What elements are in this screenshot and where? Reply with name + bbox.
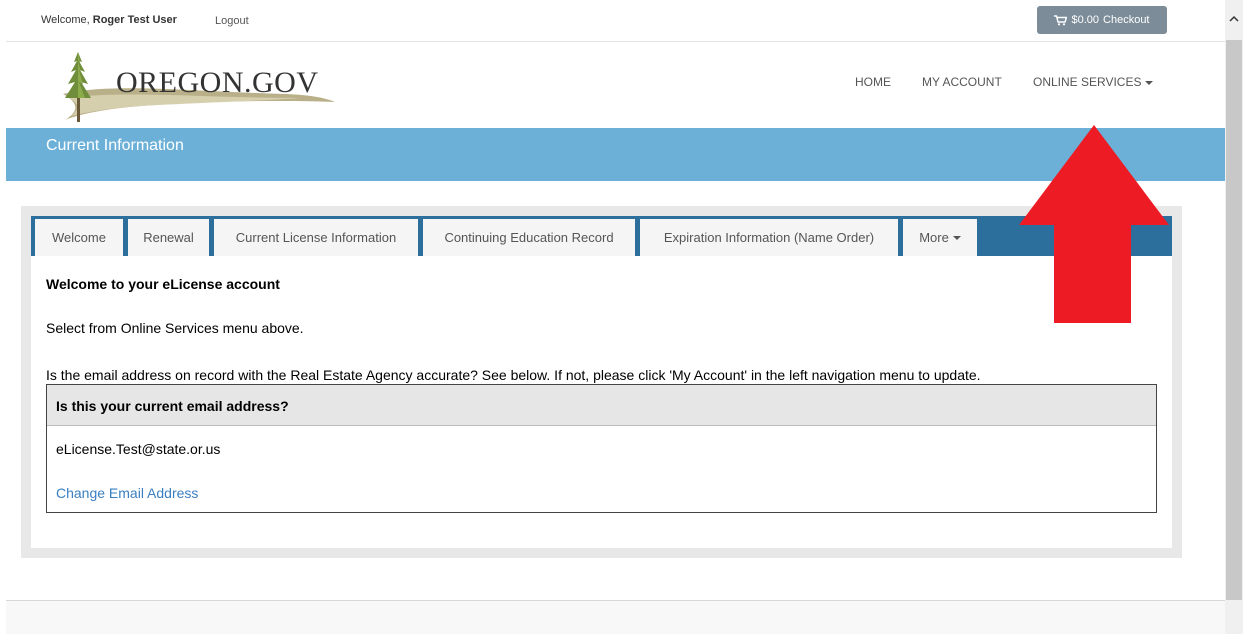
- logo-text: OREGON.GOV: [116, 66, 319, 99]
- caret-down-icon: [1145, 80, 1154, 85]
- top-utility-bar: Welcome, Roger Test User Logout $0.00 Ch…: [6, 0, 1225, 42]
- tab-welcome[interactable]: Welcome: [35, 219, 123, 256]
- tab-more-label: More: [919, 230, 949, 245]
- site-header: OREGON.GOV HOME MY ACCOUNT ONLINE SERVIC…: [6, 42, 1225, 128]
- tab-more[interactable]: More: [903, 219, 977, 256]
- nav-home[interactable]: HOME: [855, 75, 891, 89]
- email-panel-title: Is this your current email address?: [56, 398, 289, 414]
- checkout-label: Checkout: [1103, 14, 1150, 26]
- caret-down-icon: [952, 235, 961, 240]
- welcome-heading: Welcome to your eLicense account: [46, 276, 280, 292]
- instruction-text: Select from Online Services menu above.: [46, 320, 304, 336]
- oregon-gov-logo[interactable]: OREGON.GOV: [51, 48, 336, 126]
- scroll-up-icon: [1229, 15, 1239, 22]
- vertical-scrollbar[interactable]: [1225, 0, 1243, 634]
- scroll-thumb[interactable]: [1226, 40, 1242, 600]
- main-panel: Welcome Renewal Current License Informat…: [21, 206, 1182, 558]
- change-email-link[interactable]: Change Email Address: [56, 485, 198, 501]
- red-arrow-annotation: [1019, 125, 1169, 323]
- current-email: eLicense.Test@state.or.us: [56, 441, 221, 457]
- shopping-cart-icon: [1054, 14, 1068, 25]
- checkout-button[interactable]: $0.00 Checkout: [1037, 6, 1167, 34]
- logout-link[interactable]: Logout: [215, 15, 249, 27]
- welcome-text: Welcome, Roger Test User: [41, 14, 177, 26]
- email-accuracy-text: Is the email address on record with the …: [46, 367, 981, 383]
- tab-renewal[interactable]: Renewal: [128, 219, 209, 256]
- nav-online-services[interactable]: ONLINE SERVICES: [1033, 75, 1154, 89]
- scroll-up-button[interactable]: [1225, 0, 1243, 38]
- nav-online-services-label: ONLINE SERVICES: [1033, 75, 1142, 89]
- nav-my-account[interactable]: MY ACCOUNT: [922, 75, 1002, 89]
- page: Welcome, Roger Test User Logout $0.00 Ch…: [6, 0, 1225, 634]
- welcome-prefix: Welcome,: [41, 14, 90, 26]
- user-name: Roger Test User: [92, 14, 177, 26]
- email-panel-header: Is this your current email address?: [47, 385, 1156, 426]
- page-title: Current Information: [46, 137, 184, 154]
- tab-expiration-information[interactable]: Expiration Information (Name Order): [640, 219, 898, 256]
- main-panel-body: Welcome Renewal Current License Informat…: [31, 216, 1172, 548]
- tab-bar: Welcome Renewal Current License Informat…: [31, 216, 1172, 256]
- cart-amount: $0.00: [1071, 14, 1100, 26]
- tab-continuing-education-record[interactable]: Continuing Education Record: [423, 219, 635, 256]
- page-footer: [6, 600, 1225, 634]
- email-panel: Is this your current email address? eLic…: [46, 384, 1157, 513]
- tab-current-license-information[interactable]: Current License Information: [214, 219, 418, 256]
